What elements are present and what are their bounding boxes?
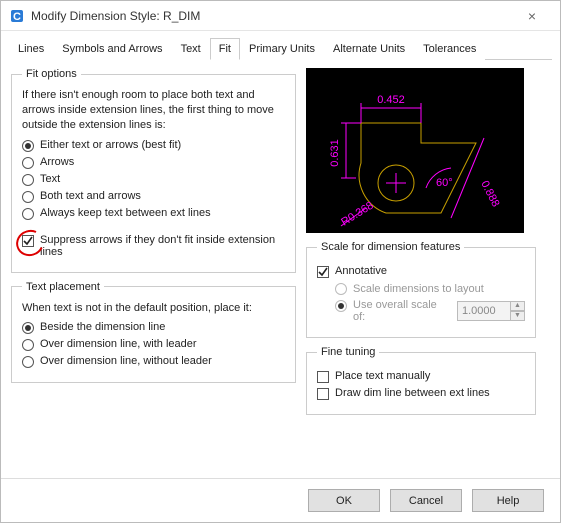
radio-text-label: Text — [40, 173, 60, 185]
app-icon: C — [9, 8, 25, 24]
checkbox-icon — [22, 235, 34, 247]
svg-text:0.631: 0.631 — [329, 139, 341, 167]
titlebar: C Modify Dimension Style: R_DIM × — [1, 1, 560, 31]
check-annotative-label: Annotative — [335, 265, 387, 277]
check-place-manual-label: Place text manually — [335, 370, 430, 382]
dimension-preview: 0.452 0.631 0.888 60° R0.368 — [306, 68, 524, 233]
help-button[interactable]: Help — [472, 489, 544, 512]
tab-alternate-units[interactable]: Alternate Units — [324, 38, 414, 60]
check-annotative[interactable]: Annotative — [317, 265, 525, 278]
tab-strip: Lines Symbols and Arrows Text Fit Primar… — [1, 31, 560, 59]
overall-scale-input — [457, 301, 511, 321]
radio-over-no-leader[interactable]: Over dimension line, without leader — [22, 355, 285, 368]
scale-group: Scale for dimension features Annotative … — [306, 241, 536, 338]
svg-text:C: C — [13, 11, 21, 23]
radio-arrows-label: Arrows — [40, 156, 74, 168]
cancel-button[interactable]: Cancel — [390, 489, 462, 512]
dialog-window: C Modify Dimension Style: R_DIM × Lines … — [0, 0, 561, 523]
radio-text[interactable]: Text — [22, 173, 285, 186]
checkbox-icon — [317, 266, 329, 278]
spin-down-icon: ▼ — [510, 311, 525, 321]
overall-scale-spinner: ▲▼ — [457, 301, 525, 321]
svg-text:60°: 60° — [436, 177, 453, 189]
ok-button[interactable]: OK — [308, 489, 380, 512]
radio-either[interactable]: Either text or arrows (best fit) — [22, 139, 285, 152]
tab-symbols-arrows[interactable]: Symbols and Arrows — [53, 38, 171, 60]
spin-up-icon: ▲ — [510, 301, 525, 311]
dialog-footer: OK Cancel Help — [1, 478, 560, 522]
radio-always-keep-label: Always keep text between ext lines — [40, 207, 211, 219]
radio-always-keep[interactable]: Always keep text between ext lines — [22, 207, 285, 220]
window-title: Modify Dimension Style: R_DIM — [31, 9, 512, 23]
radio-both[interactable]: Both text and arrows — [22, 190, 285, 203]
radio-over-leader-label: Over dimension line, with leader — [40, 338, 197, 350]
radio-beside[interactable]: Beside the dimension line — [22, 321, 285, 334]
fine-tuning-legend: Fine tuning — [317, 346, 379, 358]
radio-beside-label: Beside the dimension line — [40, 321, 165, 333]
check-suppress-label: Suppress arrows if they don't fit inside… — [40, 234, 285, 258]
check-draw-dim[interactable]: Draw dim line between ext lines — [317, 387, 525, 400]
check-suppress-arrows[interactable]: Suppress arrows if they don't fit inside… — [22, 234, 285, 258]
fine-tuning-group: Fine tuning Place text manually Draw dim… — [306, 346, 536, 415]
svg-text:R0.368: R0.368 — [339, 200, 375, 229]
tab-lines[interactable]: Lines — [9, 38, 53, 60]
text-placement-legend: Text placement — [22, 281, 104, 293]
tab-tolerances[interactable]: Tolerances — [414, 38, 485, 60]
radio-over-no-leader-label: Over dimension line, without leader — [40, 355, 212, 367]
text-placement-intro: When text is not in the default position… — [22, 301, 285, 316]
dialog-body: Fit options If there isn't enough room t… — [1, 60, 560, 478]
fit-options-legend: Fit options — [22, 68, 81, 80]
checkbox-icon — [317, 371, 329, 383]
tab-fit[interactable]: Fit — [210, 38, 240, 60]
radio-overall-scale: Use overall scale of: — [335, 299, 451, 323]
fit-options-group: Fit options If there isn't enough room t… — [11, 68, 296, 273]
scale-legend: Scale for dimension features — [317, 241, 464, 253]
radio-overall-label: Use overall scale of: — [353, 299, 451, 323]
tab-primary-units[interactable]: Primary Units — [240, 38, 324, 60]
text-placement-group: Text placement When text is not in the d… — [11, 281, 296, 384]
svg-text:0.888: 0.888 — [478, 179, 501, 209]
check-draw-dim-label: Draw dim line between ext lines — [335, 387, 490, 399]
radio-arrows[interactable]: Arrows — [22, 156, 285, 169]
radio-scale-layout: Scale dimensions to layout — [335, 282, 525, 295]
tab-text[interactable]: Text — [172, 38, 210, 60]
radio-both-label: Both text and arrows — [40, 190, 141, 202]
radio-scale-layout-label: Scale dimensions to layout — [353, 283, 484, 295]
checkbox-icon — [317, 388, 329, 400]
radio-either-label: Either text or arrows (best fit) — [40, 139, 181, 151]
close-icon[interactable]: × — [512, 8, 552, 24]
radio-over-leader[interactable]: Over dimension line, with leader — [22, 338, 285, 351]
svg-text:0.452: 0.452 — [377, 94, 405, 106]
check-place-manual[interactable]: Place text manually — [317, 370, 525, 383]
fit-options-intro: If there isn't enough room to place both… — [22, 88, 285, 133]
